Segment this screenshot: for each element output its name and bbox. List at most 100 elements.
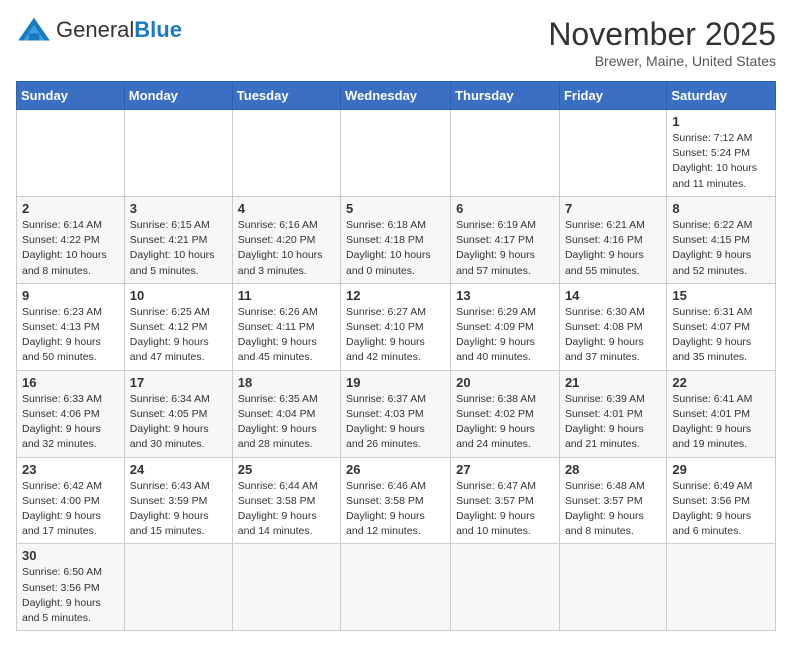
calendar-cell: 20 Sunrise: 6:38 AM Sunset: 4:02 PM Dayli… — [451, 370, 560, 457]
day-info: Sunrise: 6:41 AM Sunset: 4:01 PM Dayligh… — [672, 392, 770, 453]
calendar-cell: 29Sunrise: 6:49 AM Sunset: 3:56 PM Dayli… — [667, 457, 776, 544]
calendar-cell — [451, 544, 560, 631]
col-header-friday: Friday — [559, 82, 666, 110]
calendar-week-row: 1 Sunrise: 7:12 AM Sunset: 5:24 PM Daylig… — [17, 110, 776, 197]
col-header-saturday: Saturday — [667, 82, 776, 110]
day-info: Sunrise: 7:12 AM Sunset: 5:24 PM Dayligh… — [672, 131, 770, 192]
calendar-cell: 28Sunrise: 6:48 AM Sunset: 3:57 PM Dayli… — [559, 457, 666, 544]
header: GeneralBlue November 2025 Brewer, Maine,… — [16, 16, 776, 69]
calendar-cell: 22 Sunrise: 6:41 AM Sunset: 4:01 PM Dayli… — [667, 370, 776, 457]
calendar-week-row: 23 Sunrise: 6:42 AM Sunset: 4:00 PM Dayli… — [17, 457, 776, 544]
calendar-week-row: 9 Sunrise: 6:23 AM Sunset: 4:13 PM Daylig… — [17, 283, 776, 370]
day-number: 13 — [456, 288, 554, 303]
day-info: Sunrise: 6:38 AM Sunset: 4:02 PM Dayligh… — [456, 392, 554, 453]
calendar-week-row: 30Sunrise: 6:50 AM Sunset: 3:56 PM Dayli… — [17, 544, 776, 631]
calendar-cell: 15Sunrise: 6:31 AM Sunset: 4:07 PM Dayli… — [667, 283, 776, 370]
calendar-cell: 9 Sunrise: 6:23 AM Sunset: 4:13 PM Daylig… — [17, 283, 125, 370]
day-info: Sunrise: 6:14 AM Sunset: 4:22 PM Dayligh… — [22, 218, 119, 279]
calendar-cell: 13 Sunrise: 6:29 AM Sunset: 4:09 PM Dayli… — [451, 283, 560, 370]
day-info: Sunrise: 6:43 AM Sunset: 3:59 PM Dayligh… — [130, 479, 227, 540]
day-number: 22 — [672, 375, 770, 390]
calendar-cell: 14Sunrise: 6:30 AM Sunset: 4:08 PM Dayli… — [559, 283, 666, 370]
calendar-cell — [124, 110, 232, 197]
calendar-cell — [559, 110, 666, 197]
day-number: 19 — [346, 375, 445, 390]
day-info: Sunrise: 6:27 AM Sunset: 4:10 PM Dayligh… — [346, 305, 445, 366]
day-info: Sunrise: 6:49 AM Sunset: 3:56 PM Dayligh… — [672, 479, 770, 540]
calendar-cell: 1 Sunrise: 7:12 AM Sunset: 5:24 PM Daylig… — [667, 110, 776, 197]
calendar-cell — [451, 110, 560, 197]
calendar-cell — [232, 544, 340, 631]
calendar-cell: 21 Sunrise: 6:39 AM Sunset: 4:01 PM Dayli… — [559, 370, 666, 457]
calendar-cell — [341, 544, 451, 631]
day-number: 17 — [130, 375, 227, 390]
day-number: 5 — [346, 201, 445, 216]
day-info: Sunrise: 6:34 AM Sunset: 4:05 PM Dayligh… — [130, 392, 227, 453]
day-info: Sunrise: 6:18 AM Sunset: 4:18 PM Dayligh… — [346, 218, 445, 279]
calendar-cell: 26 Sunrise: 6:46 AM Sunset: 3:58 PM Dayli… — [341, 457, 451, 544]
calendar-cell: 19Sunrise: 6:37 AM Sunset: 4:03 PM Dayli… — [341, 370, 451, 457]
day-info: Sunrise: 6:39 AM Sunset: 4:01 PM Dayligh… — [565, 392, 661, 453]
day-number: 15 — [672, 288, 770, 303]
calendar-cell: 24 Sunrise: 6:43 AM Sunset: 3:59 PM Dayli… — [124, 457, 232, 544]
col-header-monday: Monday — [124, 82, 232, 110]
day-number: 26 — [346, 462, 445, 477]
calendar-cell: 17 Sunrise: 6:34 AM Sunset: 4:05 PM Dayli… — [124, 370, 232, 457]
day-number: 9 — [22, 288, 119, 303]
col-header-sunday: Sunday — [17, 82, 125, 110]
day-info: Sunrise: 6:35 AM Sunset: 4:04 PM Dayligh… — [238, 392, 335, 453]
calendar-cell: 6Sunrise: 6:19 AM Sunset: 4:17 PM Daylig… — [451, 196, 560, 283]
day-info: Sunrise: 6:48 AM Sunset: 3:57 PM Dayligh… — [565, 479, 661, 540]
calendar-week-row: 2 Sunrise: 6:14 AM Sunset: 4:22 PM Daylig… — [17, 196, 776, 283]
col-header-tuesday: Tuesday — [232, 82, 340, 110]
calendar-week-row: 16 Sunrise: 6:33 AM Sunset: 4:06 PM Dayli… — [17, 370, 776, 457]
logo: GeneralBlue — [16, 16, 182, 44]
calendar-cell: 7 Sunrise: 6:21 AM Sunset: 4:16 PM Daylig… — [559, 196, 666, 283]
calendar-header-row: SundayMondayTuesdayWednesdayThursdayFrid… — [17, 82, 776, 110]
day-info: Sunrise: 6:33 AM Sunset: 4:06 PM Dayligh… — [22, 392, 119, 453]
day-info: Sunrise: 6:42 AM Sunset: 4:00 PM Dayligh… — [22, 479, 119, 540]
day-number: 2 — [22, 201, 119, 216]
day-number: 20 — [456, 375, 554, 390]
day-info: Sunrise: 6:29 AM Sunset: 4:09 PM Dayligh… — [456, 305, 554, 366]
day-number: 1 — [672, 114, 770, 129]
day-number: 25 — [238, 462, 335, 477]
generalblue-logo-icon — [16, 16, 52, 44]
month-title: November 2025 — [548, 16, 776, 53]
calendar-cell: 30Sunrise: 6:50 AM Sunset: 3:56 PM Dayli… — [17, 544, 125, 631]
day-info: Sunrise: 6:47 AM Sunset: 3:57 PM Dayligh… — [456, 479, 554, 540]
day-number: 7 — [565, 201, 661, 216]
col-header-wednesday: Wednesday — [341, 82, 451, 110]
day-number: 16 — [22, 375, 119, 390]
day-info: Sunrise: 6:23 AM Sunset: 4:13 PM Dayligh… — [22, 305, 119, 366]
day-number: 21 — [565, 375, 661, 390]
calendar-cell — [341, 110, 451, 197]
calendar-cell: 8 Sunrise: 6:22 AM Sunset: 4:15 PM Daylig… — [667, 196, 776, 283]
day-number: 8 — [672, 201, 770, 216]
calendar-cell: 18Sunrise: 6:35 AM Sunset: 4:04 PM Dayli… — [232, 370, 340, 457]
calendar-cell: 11Sunrise: 6:26 AM Sunset: 4:11 PM Dayli… — [232, 283, 340, 370]
calendar-cell: 27Sunrise: 6:47 AM Sunset: 3:57 PM Dayli… — [451, 457, 560, 544]
day-number: 14 — [565, 288, 661, 303]
calendar-cell: 12Sunrise: 6:27 AM Sunset: 4:10 PM Dayli… — [341, 283, 451, 370]
day-info: Sunrise: 6:44 AM Sunset: 3:58 PM Dayligh… — [238, 479, 335, 540]
calendar-cell: 25 Sunrise: 6:44 AM Sunset: 3:58 PM Dayli… — [232, 457, 340, 544]
calendar-cell: 3Sunrise: 6:15 AM Sunset: 4:21 PM Daylig… — [124, 196, 232, 283]
day-number: 4 — [238, 201, 335, 216]
day-number: 24 — [130, 462, 227, 477]
location: Brewer, Maine, United States — [548, 53, 776, 69]
calendar-cell: 2 Sunrise: 6:14 AM Sunset: 4:22 PM Daylig… — [17, 196, 125, 283]
day-number: 3 — [130, 201, 227, 216]
calendar-cell — [232, 110, 340, 197]
day-info: Sunrise: 6:50 AM Sunset: 3:56 PM Dayligh… — [22, 565, 119, 626]
calendar-cell: 5 Sunrise: 6:18 AM Sunset: 4:18 PM Daylig… — [341, 196, 451, 283]
day-info: Sunrise: 6:21 AM Sunset: 4:16 PM Dayligh… — [565, 218, 661, 279]
day-info: Sunrise: 6:16 AM Sunset: 4:20 PM Dayligh… — [238, 218, 335, 279]
day-info: Sunrise: 6:22 AM Sunset: 4:15 PM Dayligh… — [672, 218, 770, 279]
calendar-cell — [667, 544, 776, 631]
col-header-thursday: Thursday — [451, 82, 560, 110]
day-number: 23 — [22, 462, 119, 477]
day-info: Sunrise: 6:26 AM Sunset: 4:11 PM Dayligh… — [238, 305, 335, 366]
calendar-cell — [124, 544, 232, 631]
day-info: Sunrise: 6:46 AM Sunset: 3:58 PM Dayligh… — [346, 479, 445, 540]
